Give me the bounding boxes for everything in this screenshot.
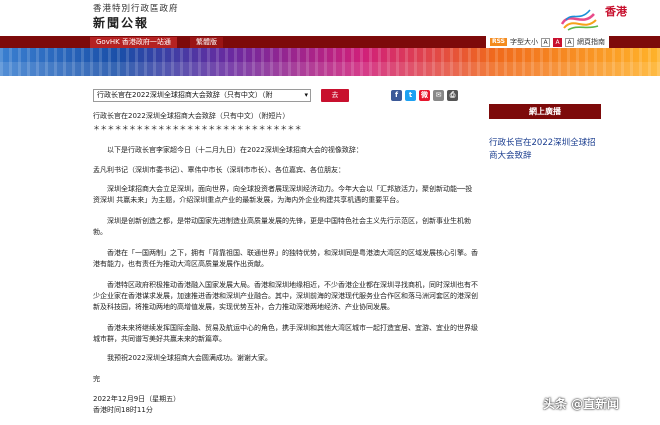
weibo-icon[interactable]: 微 [419,90,430,101]
site-title: 新聞公報 [93,16,150,30]
article-end-mark: 完 [93,375,100,383]
webcast-sidebar: 網上廣播 行政长官在2022深圳全球招商大会致辞 [489,104,601,163]
facebook-icon[interactable]: f [391,90,402,101]
font-size-medium-button[interactable]: A [553,37,562,47]
article-paragraph: 以下是行政长官李家超今日（十二月九日）在2022深圳全球招商大会的视像致辞： [107,146,363,154]
twitter-icon[interactable]: t [405,90,416,101]
page-header: 香港特別行政區政府 新聞公報 香港 [0,0,660,36]
webcast-link[interactable]: 行政长官在2022深圳全球招商大会致辞 [489,137,601,163]
decorative-banner [0,48,660,76]
article-time: 香港时间18时11分 [93,406,153,414]
go-button[interactable]: 去 [321,89,349,102]
rss-button[interactable]: RSS [490,38,507,46]
email-icon[interactable]: ✉ [433,90,444,101]
utility-bar: RSS 字型大小 A A A 網頁指南 [486,36,609,48]
press-release-select[interactable]: 行政长官在2022深圳全球招商大会致辞（只有中文）（附 ▾ [93,89,311,102]
brand-text: 香港 [605,5,627,18]
article-paragraph: 香港未来将继续发挥国际金融、贸易及航运中心的角色，携手深圳和其他大湾区城市一起打… [93,324,478,343]
select-value: 行政长官在2022深圳全球招商大会致辞（只有中文）（附 [97,91,273,99]
print-icon[interactable]: ⎙ [447,90,458,101]
article-title: 行政长官在2022深圳全球招商大会致辞（只有中文）（附短片） [93,112,290,120]
webcast-heading: 網上廣播 [489,104,601,119]
article-paragraph: 深圳全球招商大会立足深圳，面向世界，向全球投资者展现深圳经济动力。今年大会以「汇… [93,185,473,204]
site-guide-link[interactable]: 網頁指南 [577,37,605,47]
press-release-toolbar: 行政长官在2022深圳全球招商大会致辞（只有中文）（附 ▾ 去 [93,89,473,103]
article-paragraph: 孟凡利书记（深圳市委书记）、覃伟中市长（深圳市市长）、各位嘉宾、各位朋友： [93,166,345,174]
gov-name: 香港特別行政區政府 [93,4,179,14]
tab-govhk[interactable]: GovHK 香港政府一站通 [90,37,177,48]
site-logo[interactable]: 香港特別行政區政府 新聞公報 [93,4,179,31]
font-size-label: 字型大小 [510,38,538,46]
chevron-down-icon: ▾ [304,91,308,99]
article-paragraph: 香港在「一国两制」之下，拥有「背靠祖国、联通世界」的独特优势，和深圳同是粤港澳大… [93,249,478,268]
font-size-small-button[interactable]: A [541,37,550,47]
tab-traditional[interactable]: 繁體版 [190,37,223,48]
article-date: 2022年12月9日（星期五） [93,395,181,403]
brandhk-logo [560,9,599,31]
article-paragraph: 深圳是创新创造之都，是带动国家先进制造业高质量发展的先锋，更是中国特色社会主义先… [93,217,471,236]
title-divider: ＊＊＊＊＊＊＊＊＊＊＊＊＊＊＊＊＊＊＊＊＊＊＊＊＊＊＊＊＊ [93,124,302,132]
font-size-large-button[interactable]: A [565,37,574,47]
article-paragraph: 我预祝2022深圳全球招商大会圆满成功。谢谢大家。 [107,354,272,362]
source-watermark: 头条 @直新闻 [543,397,620,411]
article-paragraph: 香港特区政府积极推动香港融入国家发展大局。香港和深圳地缘相近，不少香港企业都在深… [93,281,478,311]
banner-band [0,62,660,76]
